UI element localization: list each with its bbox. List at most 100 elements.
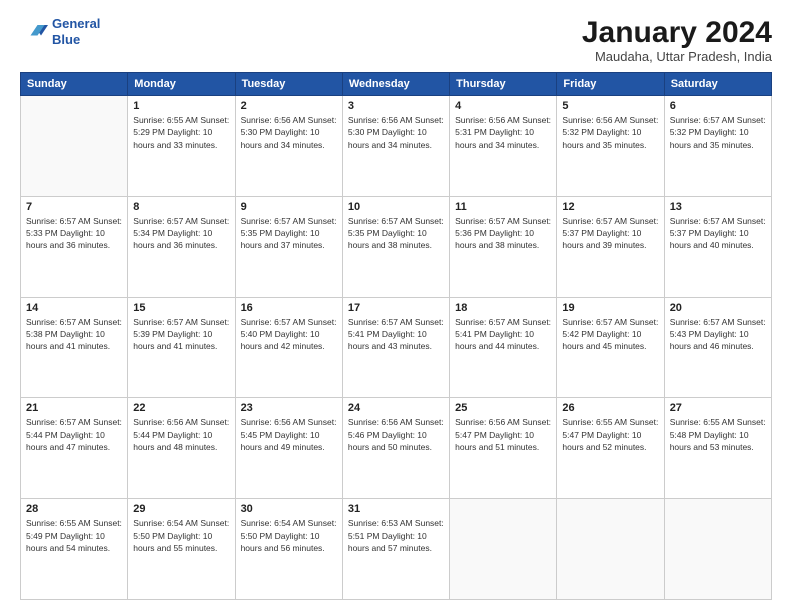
day-number: 23 xyxy=(241,402,337,414)
day-cell: 11 Sunrise: 6:57 AM Sunset: 5:36 PM Dayli… xyxy=(450,196,557,297)
day-number: 29 xyxy=(133,503,229,515)
day-cell: 14 Sunrise: 6:57 AM Sunset: 5:38 PM Dayli… xyxy=(21,297,128,398)
title-block: January 2024 Maudaha, Uttar Pradesh, Ind… xyxy=(582,16,772,64)
day-info: Sunrise: 6:54 AM Sunset: 5:50 PM Dayligh… xyxy=(241,517,337,554)
day-cell: 19 Sunrise: 6:57 AM Sunset: 5:42 PM Dayli… xyxy=(557,297,664,398)
day-info: Sunrise: 6:56 AM Sunset: 5:30 PM Dayligh… xyxy=(348,114,444,151)
day-info: Sunrise: 6:57 AM Sunset: 5:44 PM Dayligh… xyxy=(26,416,122,453)
day-cell: 2 Sunrise: 6:56 AM Sunset: 5:30 PM Daylig… xyxy=(235,96,342,197)
day-info: Sunrise: 6:57 AM Sunset: 5:42 PM Dayligh… xyxy=(562,316,658,353)
day-info: Sunrise: 6:57 AM Sunset: 5:39 PM Dayligh… xyxy=(133,316,229,353)
calendar-table: SundayMondayTuesdayWednesdayThursdayFrid… xyxy=(20,72,772,600)
day-cell: 27 Sunrise: 6:55 AM Sunset: 5:48 PM Dayli… xyxy=(664,398,771,499)
day-cell xyxy=(21,96,128,197)
day-info: Sunrise: 6:57 AM Sunset: 5:37 PM Dayligh… xyxy=(562,215,658,252)
day-info: Sunrise: 6:56 AM Sunset: 5:45 PM Dayligh… xyxy=(241,416,337,453)
weekday-header-tuesday: Tuesday xyxy=(235,73,342,96)
day-number: 31 xyxy=(348,503,444,515)
week-row-3: 21 Sunrise: 6:57 AM Sunset: 5:44 PM Dayli… xyxy=(21,398,772,499)
day-number: 15 xyxy=(133,302,229,314)
day-info: Sunrise: 6:57 AM Sunset: 5:35 PM Dayligh… xyxy=(241,215,337,252)
day-info: Sunrise: 6:57 AM Sunset: 5:43 PM Dayligh… xyxy=(670,316,766,353)
day-number: 22 xyxy=(133,402,229,414)
weekday-header-row: SundayMondayTuesdayWednesdayThursdayFrid… xyxy=(21,73,772,96)
day-info: Sunrise: 6:57 AM Sunset: 5:38 PM Dayligh… xyxy=(26,316,122,353)
day-info: Sunrise: 6:56 AM Sunset: 5:30 PM Dayligh… xyxy=(241,114,337,151)
day-info: Sunrise: 6:56 AM Sunset: 5:47 PM Dayligh… xyxy=(455,416,551,453)
day-number: 20 xyxy=(670,302,766,314)
day-cell: 29 Sunrise: 6:54 AM Sunset: 5:50 PM Dayli… xyxy=(128,499,235,600)
day-cell: 6Sunrise: 6:57 AM Sunset: 5:32 PM Daylig… xyxy=(664,96,771,197)
day-info: Sunrise: 6:56 AM Sunset: 5:46 PM Dayligh… xyxy=(348,416,444,453)
day-info: Sunrise: 6:57 AM Sunset: 5:41 PM Dayligh… xyxy=(348,316,444,353)
day-cell: 20 Sunrise: 6:57 AM Sunset: 5:43 PM Dayli… xyxy=(664,297,771,398)
day-cell: 22Sunrise: 6:56 AM Sunset: 5:44 PM Dayli… xyxy=(128,398,235,499)
header: General Blue January 2024 Maudaha, Uttar… xyxy=(20,16,772,64)
day-cell: 9 Sunrise: 6:57 AM Sunset: 5:35 PM Daylig… xyxy=(235,196,342,297)
day-cell: 12 Sunrise: 6:57 AM Sunset: 5:37 PM Dayli… xyxy=(557,196,664,297)
logo-line1: General xyxy=(52,16,100,31)
day-number: 21 xyxy=(26,402,122,414)
day-number: 12 xyxy=(562,201,658,213)
day-cell: 13 Sunrise: 6:57 AM Sunset: 5:37 PM Dayli… xyxy=(664,196,771,297)
weekday-header-wednesday: Wednesday xyxy=(342,73,449,96)
day-number: 19 xyxy=(562,302,658,314)
day-cell: 26Sunrise: 6:55 AM Sunset: 5:47 PM Dayli… xyxy=(557,398,664,499)
week-row-0: 1 Sunrise: 6:55 AM Sunset: 5:29 PM Daylig… xyxy=(21,96,772,197)
logo-line2: Blue xyxy=(52,32,80,47)
day-number: 25 xyxy=(455,402,551,414)
logo: General Blue xyxy=(20,16,100,47)
day-number: 6 xyxy=(670,100,766,112)
day-number: 16 xyxy=(241,302,337,314)
day-cell: 5 Sunrise: 6:56 AM Sunset: 5:32 PM Daylig… xyxy=(557,96,664,197)
subtitle: Maudaha, Uttar Pradesh, India xyxy=(582,49,772,64)
day-number: 8 xyxy=(133,201,229,213)
day-cell: 30 Sunrise: 6:54 AM Sunset: 5:50 PM Dayli… xyxy=(235,499,342,600)
day-number: 28 xyxy=(26,503,122,515)
day-cell xyxy=(664,499,771,600)
day-info: Sunrise: 6:56 AM Sunset: 5:31 PM Dayligh… xyxy=(455,114,551,151)
day-cell: 28 Sunrise: 6:55 AM Sunset: 5:49 PM Dayli… xyxy=(21,499,128,600)
day-cell: 23 Sunrise: 6:56 AM Sunset: 5:45 PM Dayli… xyxy=(235,398,342,499)
day-info: Sunrise: 6:55 AM Sunset: 5:29 PM Dayligh… xyxy=(133,114,229,151)
day-info: Sunrise: 6:57 AM Sunset: 5:40 PM Dayligh… xyxy=(241,316,337,353)
day-number: 11 xyxy=(455,201,551,213)
weekday-header-sunday: Sunday xyxy=(21,73,128,96)
day-cell: 3Sunrise: 6:56 AM Sunset: 5:30 PM Daylig… xyxy=(342,96,449,197)
day-number: 14 xyxy=(26,302,122,314)
day-info: Sunrise: 6:53 AM Sunset: 5:51 PM Dayligh… xyxy=(348,517,444,554)
day-cell: 8Sunrise: 6:57 AM Sunset: 5:34 PM Daylig… xyxy=(128,196,235,297)
day-cell: 1 Sunrise: 6:55 AM Sunset: 5:29 PM Daylig… xyxy=(128,96,235,197)
day-info: Sunrise: 6:54 AM Sunset: 5:50 PM Dayligh… xyxy=(133,517,229,554)
week-row-4: 28 Sunrise: 6:55 AM Sunset: 5:49 PM Dayli… xyxy=(21,499,772,600)
week-row-1: 7Sunrise: 6:57 AM Sunset: 5:33 PM Daylig… xyxy=(21,196,772,297)
day-info: Sunrise: 6:57 AM Sunset: 5:36 PM Dayligh… xyxy=(455,215,551,252)
day-number: 1 xyxy=(133,100,229,112)
day-cell: 18Sunrise: 6:57 AM Sunset: 5:41 PM Dayli… xyxy=(450,297,557,398)
day-number: 4 xyxy=(455,100,551,112)
day-number: 2 xyxy=(241,100,337,112)
day-number: 30 xyxy=(241,503,337,515)
day-number: 9 xyxy=(241,201,337,213)
day-number: 17 xyxy=(348,302,444,314)
day-cell: 24Sunrise: 6:56 AM Sunset: 5:46 PM Dayli… xyxy=(342,398,449,499)
day-number: 10 xyxy=(348,201,444,213)
logo-text: General Blue xyxy=(52,16,100,47)
day-cell: 31 Sunrise: 6:53 AM Sunset: 5:51 PM Dayli… xyxy=(342,499,449,600)
day-number: 5 xyxy=(562,100,658,112)
day-cell: 7Sunrise: 6:57 AM Sunset: 5:33 PM Daylig… xyxy=(21,196,128,297)
day-number: 13 xyxy=(670,201,766,213)
day-number: 7 xyxy=(26,201,122,213)
day-number: 26 xyxy=(562,402,658,414)
day-info: Sunrise: 6:55 AM Sunset: 5:49 PM Dayligh… xyxy=(26,517,122,554)
day-info: Sunrise: 6:57 AM Sunset: 5:37 PM Dayligh… xyxy=(670,215,766,252)
day-info: Sunrise: 6:56 AM Sunset: 5:32 PM Dayligh… xyxy=(562,114,658,151)
day-cell: 25 Sunrise: 6:56 AM Sunset: 5:47 PM Dayli… xyxy=(450,398,557,499)
day-number: 27 xyxy=(670,402,766,414)
day-cell xyxy=(557,499,664,600)
logo-icon xyxy=(20,18,48,46)
main-title: January 2024 xyxy=(582,16,772,49)
day-info: Sunrise: 6:55 AM Sunset: 5:48 PM Dayligh… xyxy=(670,416,766,453)
day-info: Sunrise: 6:57 AM Sunset: 5:41 PM Dayligh… xyxy=(455,316,551,353)
calendar-body: 1 Sunrise: 6:55 AM Sunset: 5:29 PM Daylig… xyxy=(21,96,772,600)
